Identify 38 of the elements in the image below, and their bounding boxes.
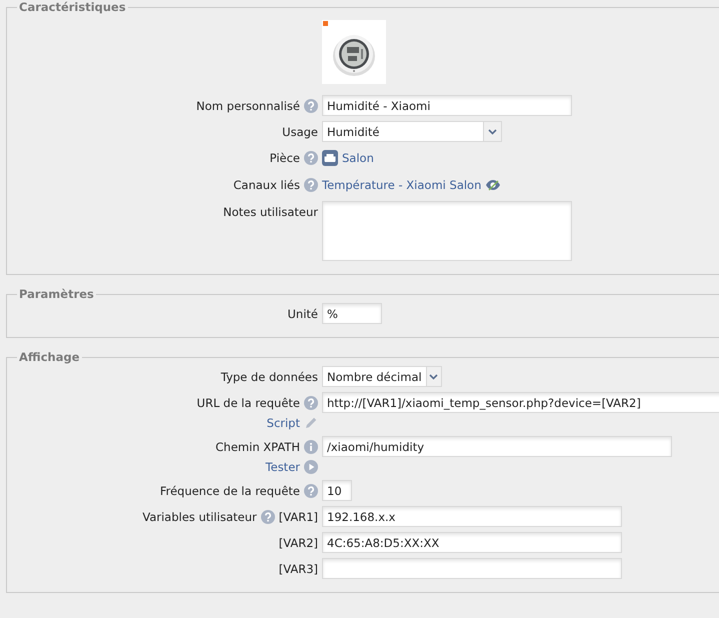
text-field[interactable]: % (322, 303, 382, 324)
notes-field[interactable] (322, 201, 572, 261)
text-field[interactable]: 4C:65:A8:D5:XX:XX (322, 532, 622, 553)
text-field[interactable] (322, 558, 622, 579)
pencil-icon (304, 416, 318, 430)
field-label: Variables utilisateur (142, 510, 257, 524)
field-label: Fréquence de la requête (160, 484, 300, 498)
action-link[interactable]: Tester (266, 460, 300, 474)
field-label: Type de données (220, 370, 318, 384)
play-icon (304, 460, 318, 474)
variable-label: [VAR3] (278, 562, 318, 576)
field-label: URL de la requête (196, 396, 300, 410)
field-label: Usage (282, 124, 318, 138)
text-field[interactable]: /xiaomi/humidity (322, 436, 672, 457)
field-label: Nom personnalisé (196, 98, 300, 112)
chevron-down-icon (429, 374, 438, 380)
text-field[interactable]: http://[VAR1]/xiaomi_temp_sensor.php?device=[VAR2] (322, 392, 719, 413)
room-link[interactable]: Salon (342, 151, 374, 165)
field-label: Unité (288, 306, 318, 320)
action-link[interactable]: Script (266, 416, 300, 430)
text-field[interactable]: 192.168.x.x (322, 506, 622, 527)
chevron-down-icon (488, 128, 497, 134)
field-label: Canaux liés (233, 178, 300, 192)
section-title: Affichage (18, 351, 81, 364)
section-title: Paramètres (18, 288, 95, 301)
sofa-icon (322, 150, 338, 166)
dropdown[interactable]: Nombre décimal (322, 366, 442, 387)
field-label: Pièce (270, 150, 300, 164)
text-field[interactable]: Humidité - Xiaomi (322, 95, 572, 116)
variable-label: [VAR1] (278, 510, 318, 524)
section-title: Caractéristiques (18, 1, 127, 14)
dropdown[interactable]: Humidité (322, 121, 502, 142)
channel-link[interactable]: Température - Xiaomi Salon (322, 178, 482, 192)
variable-label: [VAR2] (278, 536, 318, 550)
field-label: Chemin XPATH (216, 440, 300, 454)
field-label: Notes utilisateur (223, 204, 318, 218)
eye-icon (485, 179, 502, 191)
text-field[interactable]: 10 (322, 480, 352, 501)
